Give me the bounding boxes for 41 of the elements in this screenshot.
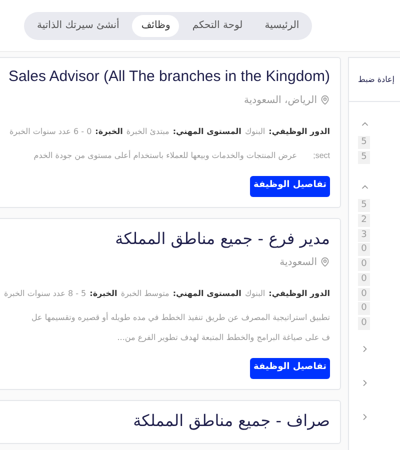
location-pin-icon [320, 257, 330, 267]
count-badge: 0 [358, 302, 370, 316]
job-title[interactable]: صراف - جميع مناطق المملكة [0, 408, 330, 432]
meta-label: الخبرة: [95, 126, 123, 138]
meta-value: 5 - 8 عدد سنوات الخبرة [4, 288, 86, 300]
count-badge: 0 [358, 243, 370, 256]
meta-value: البنوك [244, 288, 266, 300]
meta-label: الدور الوظيفي: [268, 288, 330, 300]
nav-tab[interactable]: أنشئ سيرتك الذاتية [28, 14, 128, 36]
meta-label: الدور الوظيفي: [268, 126, 330, 138]
count-badge: 3 [358, 228, 370, 242]
job-title[interactable]: Sales Advisor (All The branches in the Kingdom) [0, 66, 330, 88]
description-text: تطبيق استراتيجية المصرف عن طريق تنفيذ الخطط في مده طويله أو قصيره وتقسيمها عل [31, 312, 330, 324]
job-details-button[interactable]: تفاصيل الوظيفة [250, 358, 330, 378]
count-badge: 5 [358, 150, 370, 164]
meta-value: البنوك [244, 126, 266, 138]
count-badge: 0 [358, 258, 370, 272]
count-badge: 0 [358, 316, 370, 330]
count-badge: 5 [358, 136, 370, 149]
description-text: ف على صياغة البرامج والخطط المتبعة لهدف تطوير الفرع من... [117, 332, 330, 344]
job-location: الرياض، السعودية [244, 94, 317, 108]
description-text: sect; [313, 150, 330, 162]
reset-button[interactable]: إعادة ضبط [358, 74, 395, 86]
nav-tab[interactable]: الرئيسية [256, 14, 308, 36]
meta-label: الخبرة: [90, 288, 118, 300]
nav-tab[interactable]: لوحة التحكم [183, 14, 252, 36]
count-badge: 0 [358, 288, 370, 300]
nav-tab[interactable]: وظائف [132, 14, 180, 36]
meta-value: مبتدئ الخبرة [126, 126, 170, 138]
meta-value: متوسط الخبرة [120, 288, 170, 300]
meta-value: 0 - 6 عدد سنوات الخبرة [9, 126, 92, 138]
job-title[interactable]: مدير فرع - جميع مناطق المملكة [0, 226, 330, 250]
meta-label: المستوى المهني: [172, 126, 242, 138]
count-badge: 5 [358, 199, 370, 212]
job-location: السعودية [280, 256, 317, 270]
location-pin-icon [320, 95, 330, 105]
count-badge: 2 [358, 214, 370, 228]
job-details-button[interactable]: تفاصيل الوظيفة [250, 176, 330, 196]
description-text: عرض المنتجات والخدمات وبيعها للعملاء باستخدام أعلى مستوى من جودة الخدم [34, 150, 298, 162]
meta-label: المستوى المهني: [172, 288, 242, 300]
count-badge: 0 [358, 272, 370, 286]
